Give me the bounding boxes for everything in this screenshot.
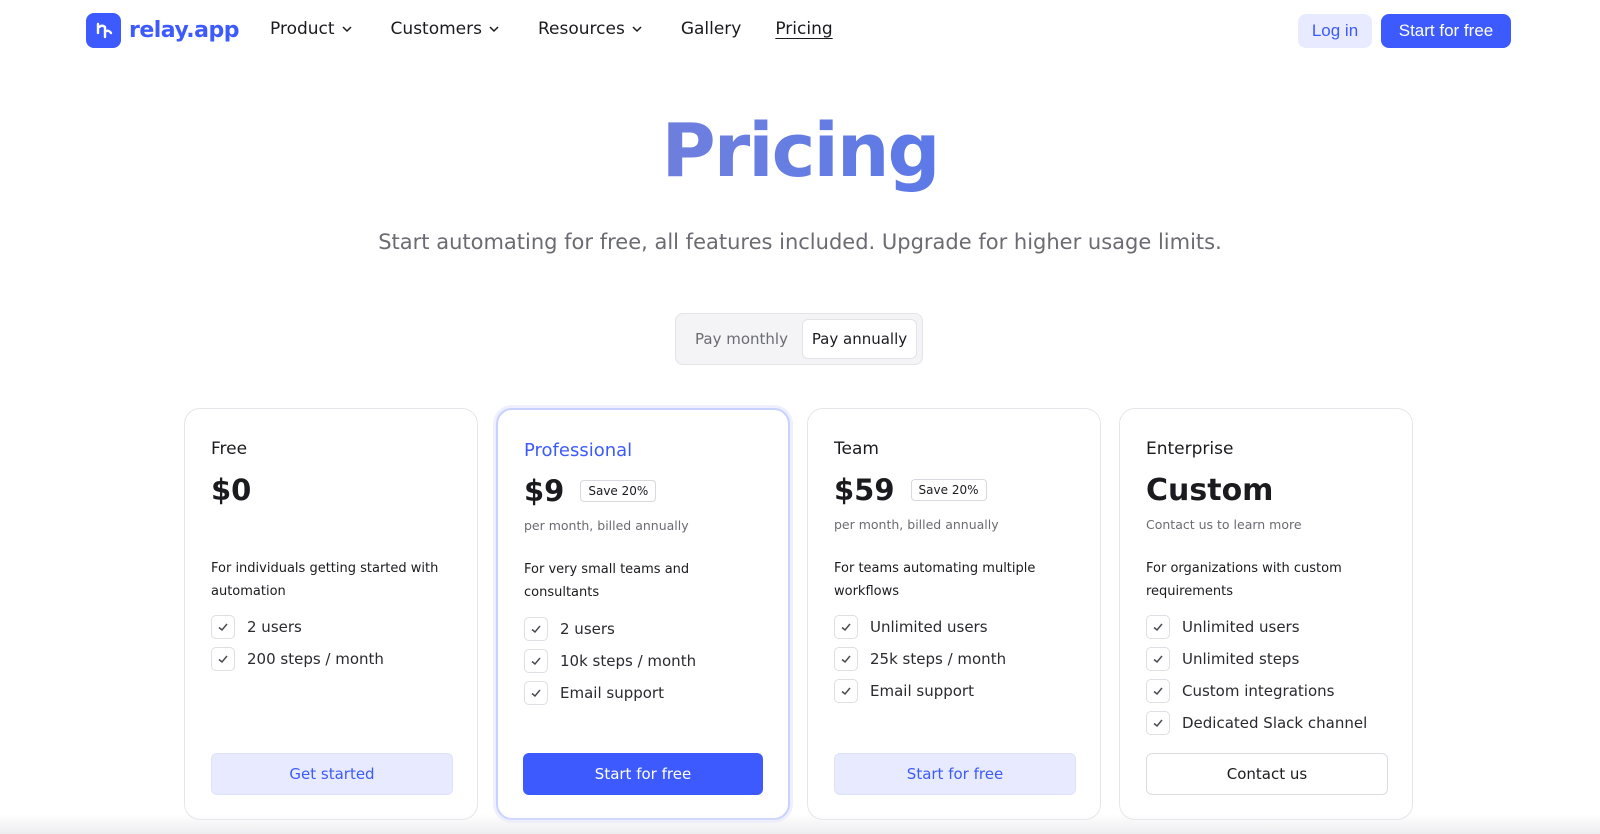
- feature-item: Custom integrations: [1146, 675, 1367, 707]
- price-row: $59 Save 20%: [834, 473, 987, 507]
- check-icon: [834, 647, 858, 671]
- check-icon: [211, 615, 235, 639]
- feature-label: 10k steps / month: [560, 652, 697, 670]
- feature-label: Unlimited users: [1182, 618, 1300, 636]
- feature-label: Custom integrations: [1182, 682, 1335, 700]
- save-badge: Save 20%: [580, 480, 657, 502]
- start-for-free-button[interactable]: Start for free: [1381, 14, 1511, 48]
- feature-item: Unlimited users: [1146, 611, 1367, 643]
- plan-description: For individuals getting started with aut…: [211, 561, 439, 599]
- start-for-free-button[interactable]: Start for free: [523, 753, 763, 795]
- check-icon: [1146, 679, 1170, 703]
- relay-logo-icon: [86, 13, 121, 48]
- brand-name: relay.app: [129, 18, 240, 43]
- check-icon: [211, 647, 235, 671]
- plan-price: $0: [211, 473, 252, 507]
- feature-item: 200 steps / month: [211, 643, 384, 675]
- plan-description: For teams automating multiple workflows: [834, 561, 1036, 599]
- billing-note: per month, billed annually: [834, 517, 999, 532]
- price-row: Custom: [1146, 473, 1273, 508]
- plan-price: $9: [524, 474, 565, 508]
- feature-label: Unlimited users: [870, 618, 988, 636]
- nav-pricing-label: Pricing: [775, 19, 833, 39]
- feature-label: 200 steps / month: [247, 650, 384, 668]
- check-icon: [1146, 615, 1170, 639]
- get-started-button[interactable]: Get started: [211, 753, 453, 795]
- feature-item: Unlimited steps: [1146, 643, 1367, 675]
- check-icon: [834, 615, 858, 639]
- price-row: $9 Save 20%: [524, 474, 657, 508]
- billing-note: per month, billed annually: [524, 518, 689, 533]
- start-for-free-button[interactable]: Start for free: [834, 753, 1076, 795]
- plan-card-team: Team $59 Save 20% per month, billed annu…: [807, 408, 1101, 820]
- page-title: Pricing: [0, 108, 1600, 194]
- feature-label: Email support: [560, 684, 664, 702]
- pay-monthly-option[interactable]: Pay monthly: [681, 319, 802, 359]
- feature-item: 2 users: [211, 611, 384, 643]
- bottom-shadow: [0, 814, 1600, 834]
- feature-item: 10k steps / month: [524, 645, 696, 677]
- plan-name: Free: [211, 439, 248, 459]
- feature-list: 2 users 200 steps / month: [211, 611, 384, 675]
- check-icon: [1146, 711, 1170, 735]
- plan-price: $59: [834, 473, 895, 507]
- check-icon: [834, 679, 858, 703]
- check-icon: [524, 681, 548, 705]
- feature-list: Unlimited users Unlimited steps Custom i…: [1146, 611, 1367, 739]
- billing-toggle: Pay monthly Pay annually: [675, 313, 923, 365]
- nav-gallery[interactable]: Gallery: [681, 19, 742, 39]
- plan-price: Custom: [1146, 473, 1274, 508]
- check-icon: [524, 617, 548, 641]
- check-icon: [524, 649, 548, 673]
- plan-name: Enterprise: [1146, 439, 1234, 459]
- contact-us-button[interactable]: Contact us: [1146, 753, 1388, 795]
- feature-item: Dedicated Slack channel: [1146, 707, 1367, 739]
- plan-card-professional: Professional $9 Save 20% per month, bill…: [496, 408, 790, 820]
- feature-label: 2 users: [560, 620, 615, 638]
- chevron-down-icon: [489, 26, 499, 33]
- feature-list: Unlimited users 25k steps / month Email …: [834, 611, 1006, 707]
- feature-label: Unlimited steps: [1182, 650, 1300, 668]
- nav-product-label: Product: [270, 19, 335, 39]
- logo[interactable]: relay.app: [86, 13, 240, 48]
- chevron-down-icon: [632, 26, 642, 33]
- nav-resources-label: Resources: [537, 19, 625, 39]
- feature-label: 2 users: [247, 618, 302, 636]
- plan-description: For very small teams and consultants: [524, 562, 690, 600]
- nav-gallery-label: Gallery: [680, 19, 742, 39]
- feature-item: Email support: [524, 677, 696, 709]
- nav-product[interactable]: Product: [270, 19, 353, 39]
- nav-customers-label: Customers: [390, 19, 482, 39]
- top-nav: relay.app Product Customers Resources Ga…: [0, 0, 1600, 62]
- login-button[interactable]: Log in: [1298, 14, 1372, 48]
- plan-name: Professional: [524, 440, 633, 461]
- nav-customers[interactable]: Customers: [391, 19, 500, 39]
- price-row: $0: [211, 473, 251, 507]
- feature-item: Unlimited users: [834, 611, 1006, 643]
- pay-annually-option[interactable]: Pay annually: [801, 319, 917, 359]
- chevron-down-icon: [342, 26, 352, 33]
- check-icon: [1146, 647, 1170, 671]
- main-menu: Product Customers Resources Gallery Pric…: [270, 19, 833, 39]
- nav-pricing[interactable]: Pricing: [775, 19, 832, 39]
- plan-name: Team: [834, 439, 879, 459]
- feature-item: 25k steps / month: [834, 643, 1006, 675]
- page-subtitle: Start automating for free, all features …: [378, 230, 1222, 254]
- feature-label: Email support: [870, 682, 974, 700]
- plan-card-free: Free $0 For individuals getting started …: [184, 408, 478, 820]
- feature-list: 2 users 10k steps / month Email support: [524, 613, 696, 709]
- nav-resources[interactable]: Resources: [538, 19, 643, 39]
- feature-item: Email support: [834, 675, 1006, 707]
- plan-description: For organizations with custom requiremen…: [1146, 561, 1342, 599]
- feature-label: 25k steps / month: [870, 650, 1007, 668]
- billing-note: Contact us to learn more: [1146, 517, 1302, 532]
- feature-item: 2 users: [524, 613, 696, 645]
- save-badge: Save 20%: [910, 479, 987, 501]
- feature-label: Dedicated Slack channel: [1182, 714, 1368, 732]
- plan-card-enterprise: Enterprise Custom Contact us to learn mo…: [1119, 408, 1413, 820]
